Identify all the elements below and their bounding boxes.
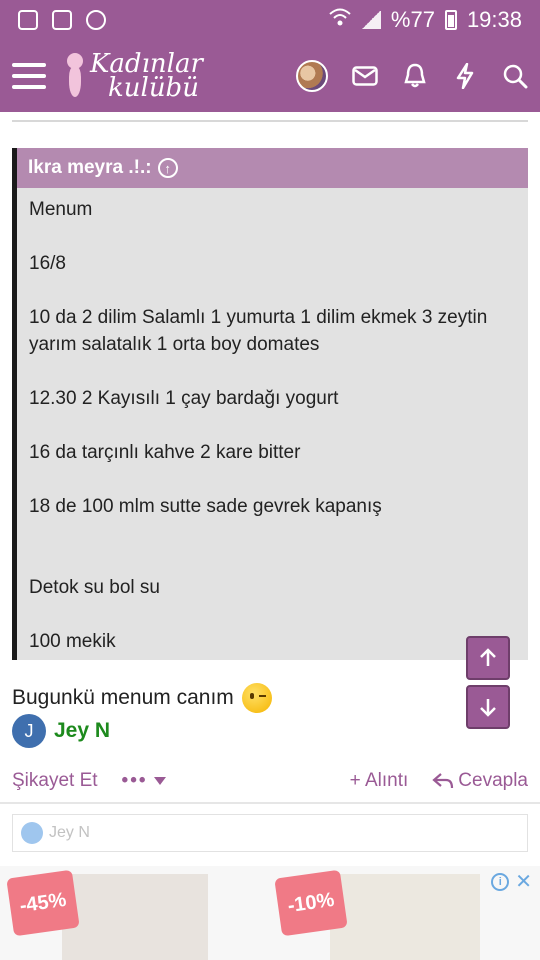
quote-line: Detok su bol su: [29, 577, 160, 598]
post-actions: Şikayet Et ••• + Alıntı Cevapla: [12, 766, 528, 796]
wink-emoji-icon: [241, 683, 272, 713]
envelope-icon[interactable]: [352, 63, 378, 89]
author-avatar[interactable]: J: [12, 714, 46, 748]
lightning-icon[interactable]: [452, 63, 478, 89]
ad-info-icon[interactable]: i: [491, 873, 510, 891]
search-icon[interactable]: [502, 63, 528, 89]
menu-icon[interactable]: [12, 63, 46, 89]
clock: 19:38: [466, 7, 522, 32]
quote-block: Ikra meyra .!.: ↑ Menum 16/8 10 da 2 dil…: [12, 148, 528, 660]
quote-header[interactable]: Ikra meyra .!.: ↑: [17, 148, 528, 188]
post-message: Bugunkü menum canım: [12, 683, 272, 713]
divider-line: [12, 120, 528, 122]
quote-author: Ikra meyra .!.:: [28, 157, 152, 178]
reply-icon: [432, 773, 454, 789]
gallery-icon: [18, 10, 38, 30]
battery-percent: %77: [390, 7, 435, 32]
bell-icon[interactable]: [402, 63, 428, 89]
scroll-down-button[interactable]: [466, 685, 510, 729]
arrow-down-icon: [480, 699, 496, 717]
notification-app-icon: [86, 10, 106, 30]
more-options-button[interactable]: •••: [122, 770, 166, 792]
instagram-icon: [52, 10, 72, 30]
ad-close-icon[interactable]: ✕: [515, 872, 532, 892]
logo-line2: kulübü: [108, 73, 199, 103]
app-header: Kadınlar kulübü: [0, 40, 540, 112]
discount-badge: -10%: [274, 869, 348, 937]
battery-icon: [444, 10, 457, 30]
quote-line: 16 da tarçınlı kahve 2 kare bitter: [29, 442, 301, 463]
post-text: Bugunkü menum canım: [12, 686, 234, 709]
user-avatar[interactable]: [296, 60, 328, 92]
more-dots: •••: [121, 770, 148, 791]
quote-line: Menum: [29, 199, 93, 220]
reaction-user[interactable]: Jey N: [49, 824, 90, 842]
caret-down-icon: [153, 777, 166, 785]
report-button[interactable]: Şikayet Et: [12, 770, 98, 792]
author-name[interactable]: Jey N: [54, 719, 110, 743]
reply-label: Cevapla: [458, 770, 528, 791]
quote-line: 12.30 2 Kayısılı 1 çay bardağı yogurt: [29, 388, 339, 409]
quote-line: 18 de 100 mlm sutte sade gevrek kapanış: [29, 496, 382, 517]
ad-product-image[interactable]: [62, 874, 208, 960]
wifi-icon: [329, 7, 351, 33]
quote-line: 10 da 2 dilim Salamlı 1 yumurta 1 dilim …: [29, 307, 488, 355]
reply-button[interactable]: Cevapla: [432, 770, 528, 792]
status-bar: %77 19:38: [0, 0, 540, 40]
scroll-up-button[interactable]: [466, 636, 510, 680]
arrow-up-icon: [480, 648, 496, 666]
quote-button[interactable]: + Alıntı: [350, 770, 409, 792]
ad-banner[interactable]: -45% -10% i ✕: [0, 866, 540, 960]
logo-figure-icon: [64, 53, 86, 99]
post-author[interactable]: J Jey N: [12, 714, 110, 748]
quote-line: 16/8: [29, 253, 66, 274]
like-icon: [21, 822, 43, 844]
discount-badge: -45%: [6, 869, 80, 937]
reactions-bar[interactable]: Jey N: [12, 814, 528, 852]
quote-line: 100 mekik: [29, 631, 116, 652]
site-logo[interactable]: Kadınlar kulübü: [64, 51, 203, 103]
ad-product-image[interactable]: [330, 874, 480, 960]
post-divider: [0, 802, 540, 804]
quote-content: Menum 16/8 10 da 2 dilim Salamlı 1 yumur…: [17, 188, 528, 655]
go-to-quote-icon[interactable]: ↑: [157, 158, 178, 178]
signal-icon: [360, 11, 381, 29]
